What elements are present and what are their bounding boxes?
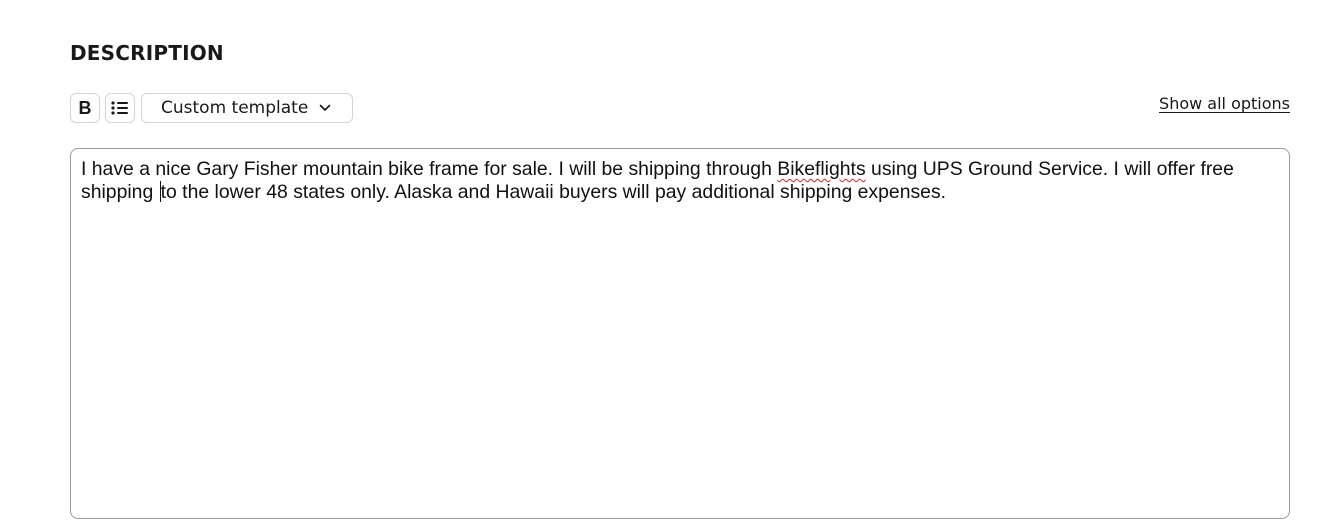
show-all-options-link[interactable]: Show all options xyxy=(1159,94,1290,114)
custom-template-dropdown[interactable]: Custom template xyxy=(141,93,353,123)
format-toolbar: B Custom template xyxy=(70,93,353,123)
bold-icon: B xyxy=(78,97,92,118)
description-text-part: I have a nice Gary Fisher mountain bike … xyxy=(81,158,778,180)
misspelled-word: Bikeflights xyxy=(777,158,866,180)
bold-button[interactable]: B xyxy=(70,93,100,123)
description-text-part: to the lower 48 states only. Alaska and … xyxy=(160,181,947,203)
bulleted-list-button[interactable] xyxy=(105,93,135,123)
chevron-down-icon xyxy=(319,104,331,112)
description-textarea[interactable]: I have a nice Gary Fisher mountain bike … xyxy=(70,148,1290,519)
bulleted-list-icon xyxy=(111,100,129,116)
section-title: DESCRIPTION xyxy=(70,41,224,65)
custom-template-label: Custom template xyxy=(161,98,309,118)
description-text: I have a nice Gary Fisher mountain bike … xyxy=(81,158,1279,204)
